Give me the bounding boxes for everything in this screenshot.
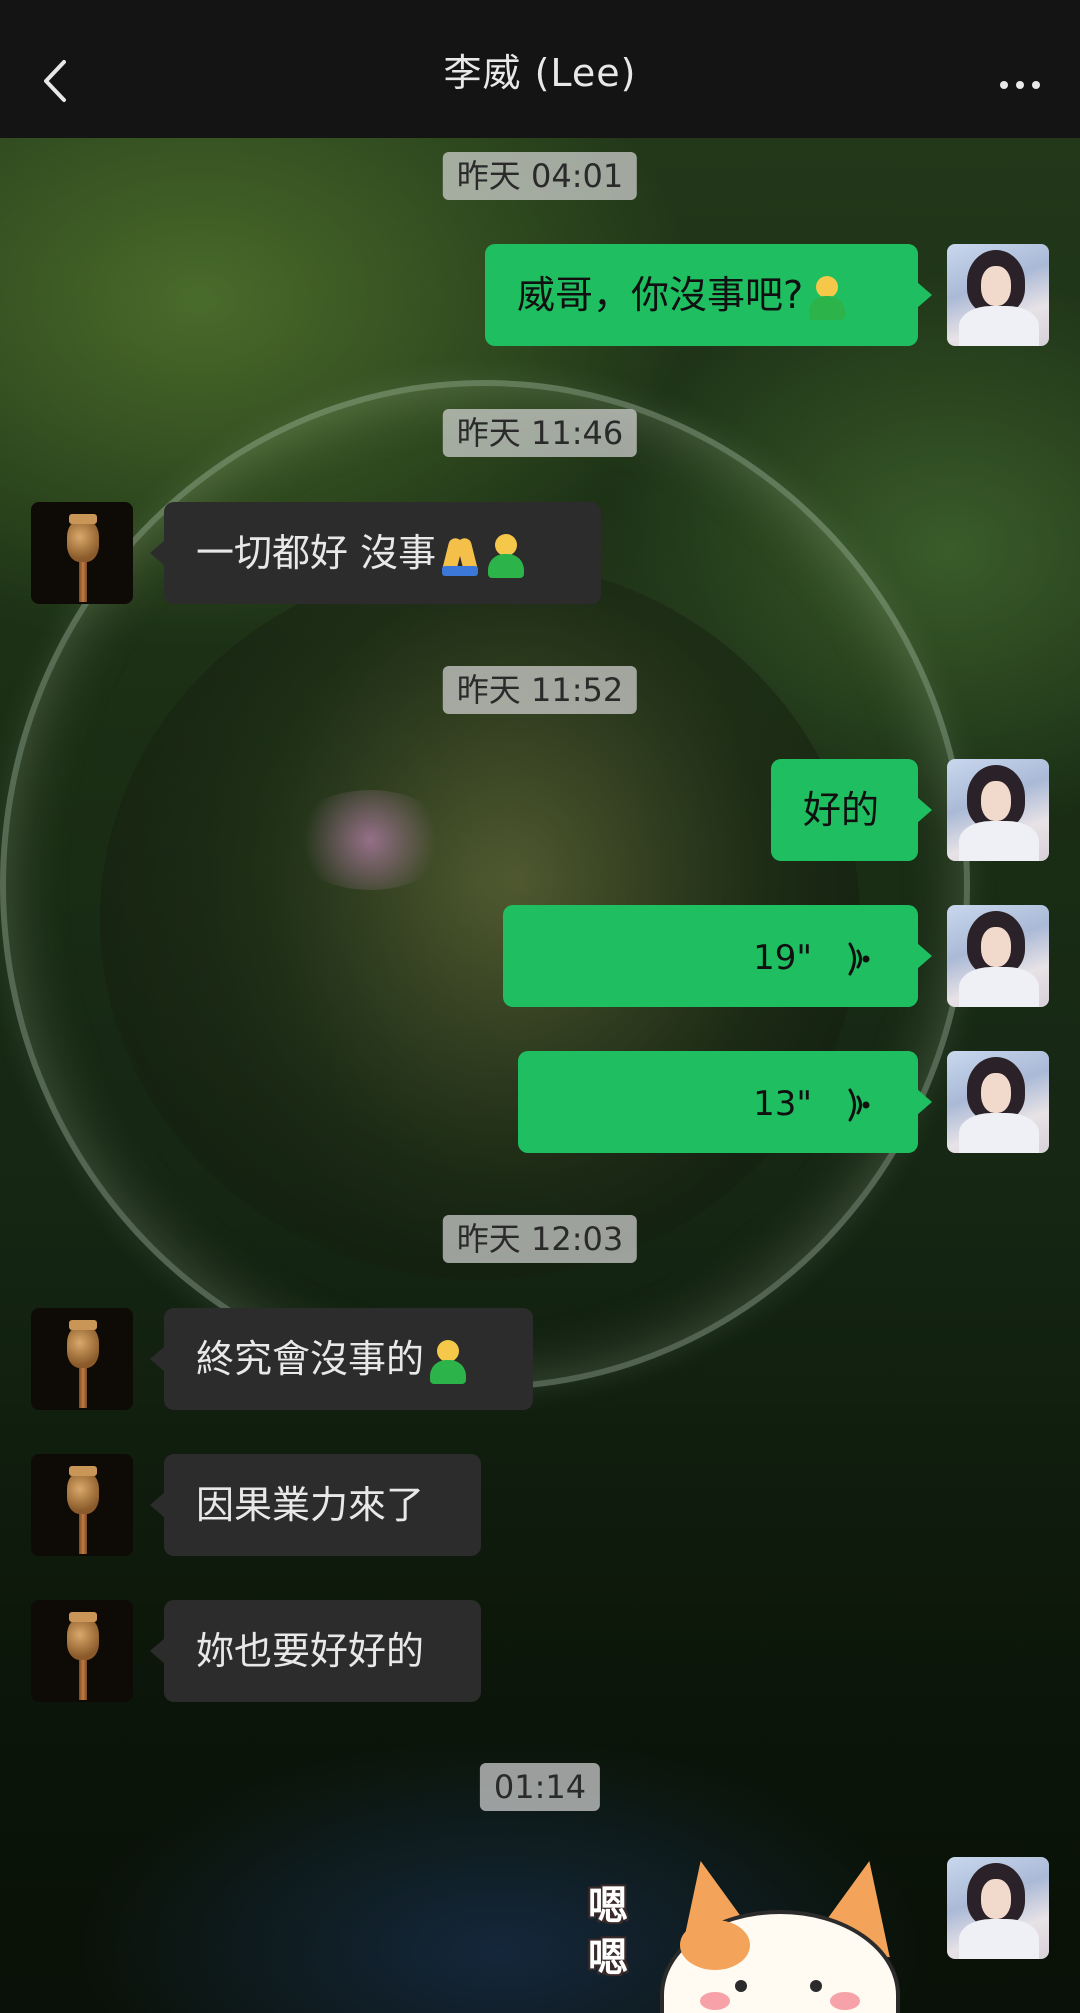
voice-message-outgoing[interactable]: 19" (503, 905, 932, 1007)
my-avatar[interactable] (947, 759, 1049, 861)
message-text: 妳也要好好的 (196, 1629, 425, 1673)
person-gesturing-emoji (805, 275, 849, 320)
voice-wave-icon (848, 942, 870, 975)
timestamp: 昨天 11:46 (442, 409, 638, 457)
message-text: 終究會沒事的 (196, 1337, 425, 1381)
message-incoming[interactable]: 因果業力來了 (150, 1454, 481, 1556)
my-avatar[interactable] (947, 244, 1049, 346)
voice-message-outgoing[interactable]: 13" (518, 1051, 932, 1153)
nav-bar: 李威 (Lee) (0, 0, 1080, 138)
back-button[interactable] (36, 56, 76, 106)
my-avatar[interactable] (947, 905, 1049, 1007)
cat-sticker[interactable] (650, 1850, 910, 2013)
more-dots-icon (1000, 81, 1008, 89)
voice-duration: 13" (753, 1084, 812, 1124)
message-incoming[interactable]: 妳也要好好的 (150, 1600, 481, 1702)
folded-hands-emoji (438, 534, 482, 578)
message-text: 好的 (803, 788, 880, 832)
message-outgoing[interactable]: 好的 (771, 759, 932, 861)
message-text: 一切都好 沒事 (196, 531, 437, 575)
message-outgoing[interactable]: 威哥，你沒事吧? (485, 244, 932, 346)
message-text: 威哥，你沒事吧? (517, 273, 804, 317)
more-button[interactable] (990, 65, 1050, 105)
chat-title: 李威 (Lee) (443, 50, 637, 95)
contact-avatar[interactable] (31, 1308, 133, 1410)
message-text: 因果業力來了 (196, 1483, 425, 1527)
timestamp: 昨天 04:01 (442, 152, 638, 200)
my-avatar[interactable] (947, 1857, 1049, 1959)
chevron-left-icon (44, 60, 66, 102)
contact-avatar[interactable] (31, 1600, 133, 1702)
person-gesturing-emoji (426, 1339, 470, 1384)
my-avatar[interactable] (947, 1051, 1049, 1153)
voice-duration: 19" (753, 938, 812, 978)
timestamp: 01:14 (479, 1763, 601, 1811)
voice-wave-icon (848, 1088, 870, 1121)
timestamp: 昨天 12:03 (442, 1215, 638, 1263)
person-gesturing-emoji (484, 533, 528, 578)
contact-avatar[interactable] (31, 1454, 133, 1556)
sticker-caption: 嗯嗯 (588, 1883, 628, 1981)
message-incoming[interactable]: 終究會沒事的 (150, 1308, 533, 1410)
contact-avatar[interactable] (31, 502, 133, 604)
timestamp: 昨天 11:52 (442, 666, 638, 714)
message-incoming[interactable]: 一切都好 沒事 (150, 502, 601, 604)
